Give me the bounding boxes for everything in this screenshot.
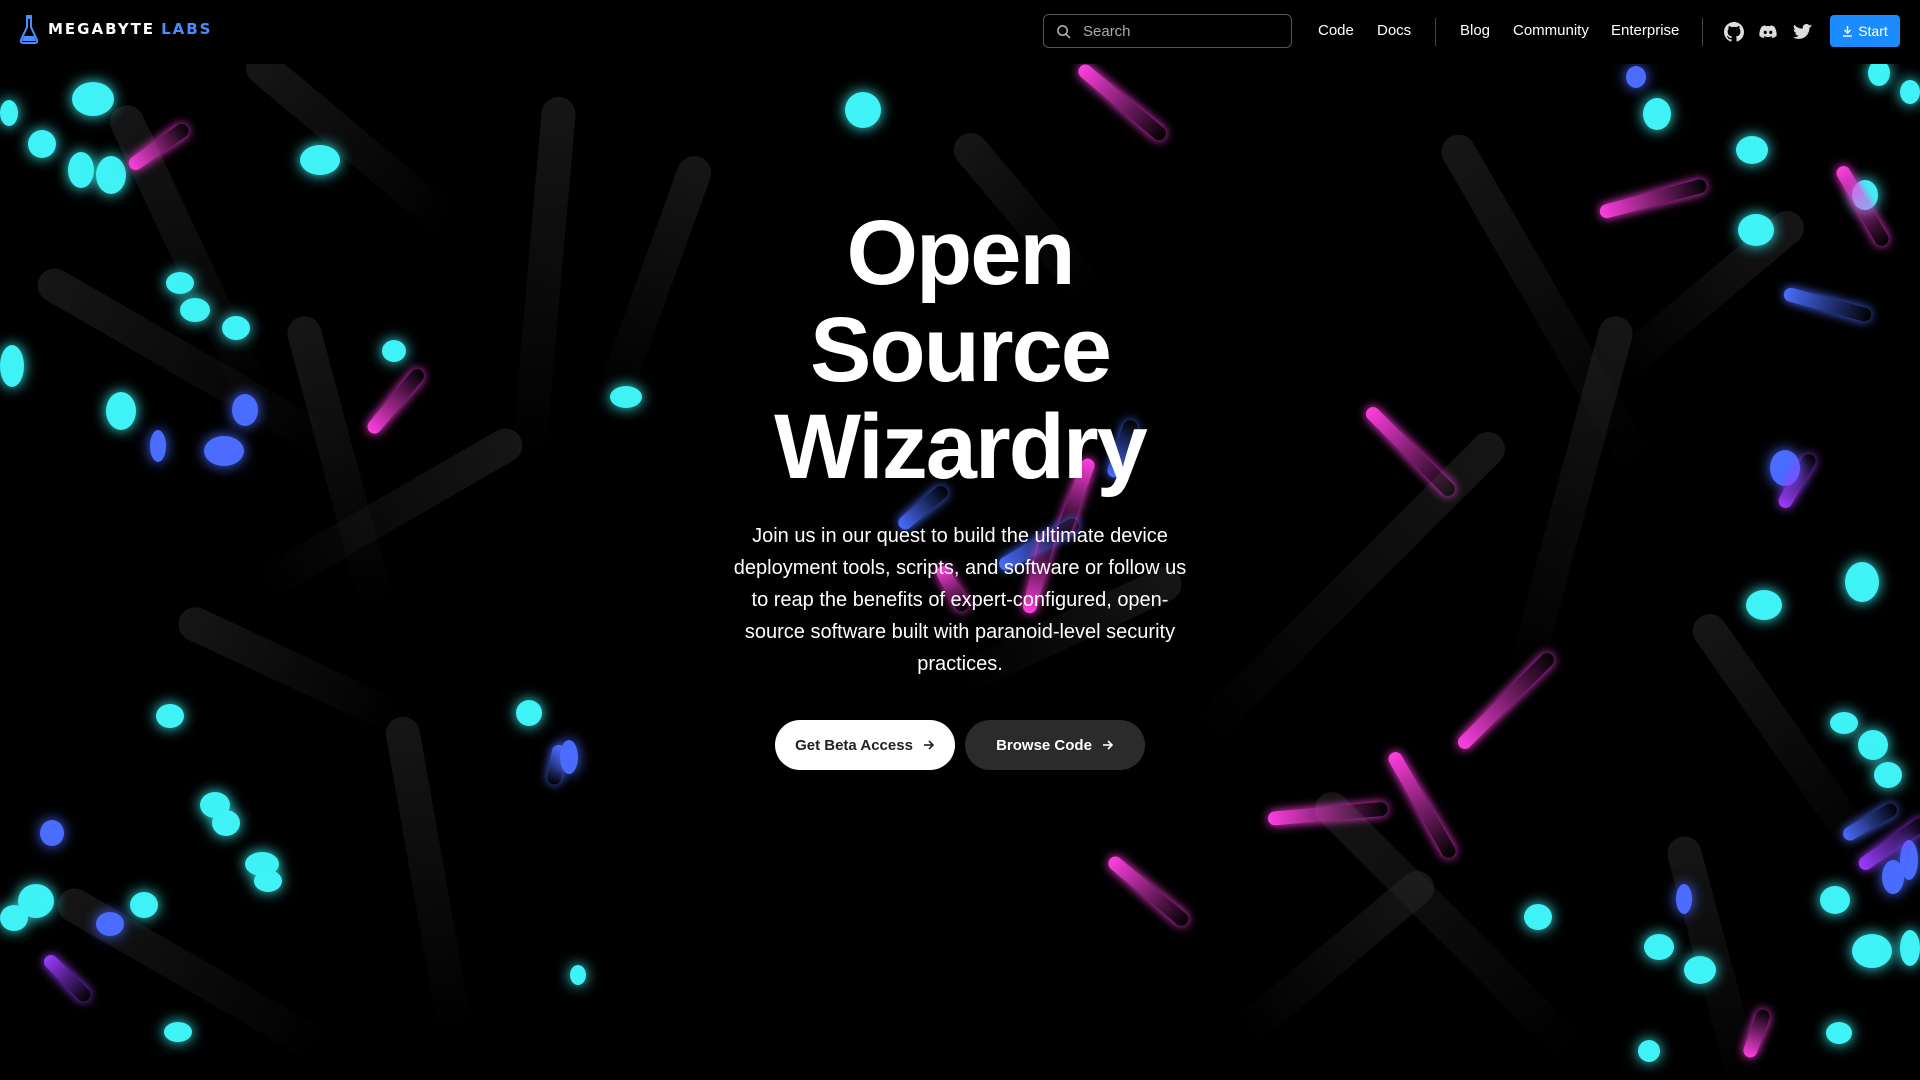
particle-dot [1820, 886, 1850, 914]
particle-dot [1736, 136, 1768, 164]
brand-name: MEGABYTE LABS [48, 20, 212, 38]
particle-dot [180, 298, 210, 322]
search-icon [1057, 24, 1071, 38]
hero-title-line: Open [846, 202, 1075, 304]
particle-dot [1746, 590, 1782, 620]
search-box[interactable] [1043, 14, 1292, 48]
particle-dot [40, 820, 64, 846]
particle-streak [1385, 749, 1459, 861]
particle-dot [164, 1022, 192, 1042]
particle-dot [1874, 762, 1902, 788]
nav-divider [1702, 18, 1703, 46]
particle-dot [1638, 1040, 1660, 1062]
particle-dot [610, 386, 642, 408]
brand-name-part1: MEGABYTE [48, 20, 156, 38]
particle-trail [383, 714, 473, 1036]
particle-dot [156, 704, 184, 728]
particle-dot [300, 145, 340, 175]
particle-trail [239, 43, 461, 238]
particle-dot [0, 345, 24, 387]
particle-trail [1235, 863, 1441, 1045]
particle-dot [1900, 80, 1920, 104]
brand-logo[interactable]: MEGABYTE LABS [18, 14, 212, 44]
particle-dot [150, 430, 166, 462]
nav-link-code[interactable]: Code [1318, 22, 1354, 39]
particle-dot [1900, 930, 1920, 966]
particle-dot [0, 100, 18, 126]
particle-dot [1852, 934, 1892, 968]
particle-dot [1738, 214, 1774, 246]
particle-streak [1075, 61, 1169, 144]
flask-logo-icon [19, 15, 39, 44]
particle-dot [68, 152, 94, 188]
brand-name-part2: LABS [161, 20, 213, 38]
particle-streak [1598, 177, 1709, 220]
particle-dot [232, 394, 258, 426]
hero-title-line: Wizardry [774, 396, 1148, 498]
particle-dot [1644, 934, 1674, 960]
particle-dot [1676, 884, 1692, 914]
particle-dot [212, 810, 240, 836]
particle-streak [41, 952, 94, 1005]
github-icon[interactable] [1724, 22, 1744, 42]
nav-link-enterprise[interactable]: Enterprise [1611, 22, 1679, 39]
particle-streak [1363, 404, 1458, 499]
browse-code-button[interactable]: Browse Code [965, 720, 1145, 770]
nav-link-blog[interactable]: Blog [1460, 22, 1490, 39]
nav-link-community[interactable]: Community [1513, 22, 1589, 39]
particle-dot [222, 316, 250, 340]
particle-dot [0, 905, 28, 931]
particle-dot [28, 130, 56, 158]
particle-streak [1833, 163, 1892, 249]
particle-dot [72, 82, 114, 116]
particle-dot [1626, 66, 1646, 88]
particle-dot [254, 870, 282, 892]
hero-title: Open Source Wizardry [660, 205, 1260, 496]
particle-dot [1524, 904, 1552, 930]
hero-title-line: Source [810, 299, 1112, 401]
particle-dot [1845, 562, 1879, 602]
arrow-right-icon [923, 740, 935, 750]
particle-dot [1900, 840, 1918, 880]
particle-dot [106, 392, 136, 430]
particle-trail [172, 601, 405, 734]
particle-dot [1643, 98, 1671, 130]
hero-subtitle: Join us in our quest to build the ultima… [733, 525, 1187, 675]
nav-divider [1435, 18, 1436, 46]
get-beta-access-button[interactable]: Get Beta Access [775, 720, 955, 770]
nav-link-docs[interactable]: Docs [1377, 22, 1411, 39]
discord-icon[interactable] [1758, 22, 1778, 42]
page: MEGABYTE LABS Code Docs Blog Community En… [0, 0, 1920, 1080]
particle-dot [516, 700, 542, 726]
particle-trail [251, 422, 529, 602]
download-icon [1843, 26, 1853, 37]
particle-dot [130, 892, 158, 918]
particle-streak [1455, 650, 1557, 752]
particle-trail [1605, 203, 1811, 385]
start-button[interactable]: Start [1830, 15, 1900, 47]
particle-dot [96, 156, 126, 194]
particle-trail [1435, 128, 1655, 475]
particle-dot [1684, 956, 1716, 984]
particle-dot [1830, 712, 1858, 734]
get-beta-access-label: Get Beta Access [795, 736, 913, 754]
particle-dot [166, 272, 194, 294]
particle-streak [1782, 286, 1873, 324]
particle-dot [1858, 730, 1888, 760]
particle-streak [1105, 853, 1192, 929]
particle-dot [570, 965, 586, 985]
arrow-right-icon [1102, 740, 1114, 750]
particle-streak [364, 366, 427, 437]
top-navbar: MEGABYTE LABS Code Docs Blog Community En… [0, 0, 1920, 64]
particle-dot [204, 436, 244, 466]
particle-dot [1826, 1022, 1852, 1044]
twitter-icon[interactable] [1793, 22, 1813, 42]
particle-dot [96, 912, 124, 936]
browse-code-label: Browse Code [996, 736, 1092, 754]
particle-trail [511, 95, 577, 458]
search-input[interactable] [1081, 21, 1285, 41]
particle-dot [382, 340, 406, 362]
start-button-label: Start [1858, 23, 1888, 39]
particle-dot [845, 92, 881, 128]
